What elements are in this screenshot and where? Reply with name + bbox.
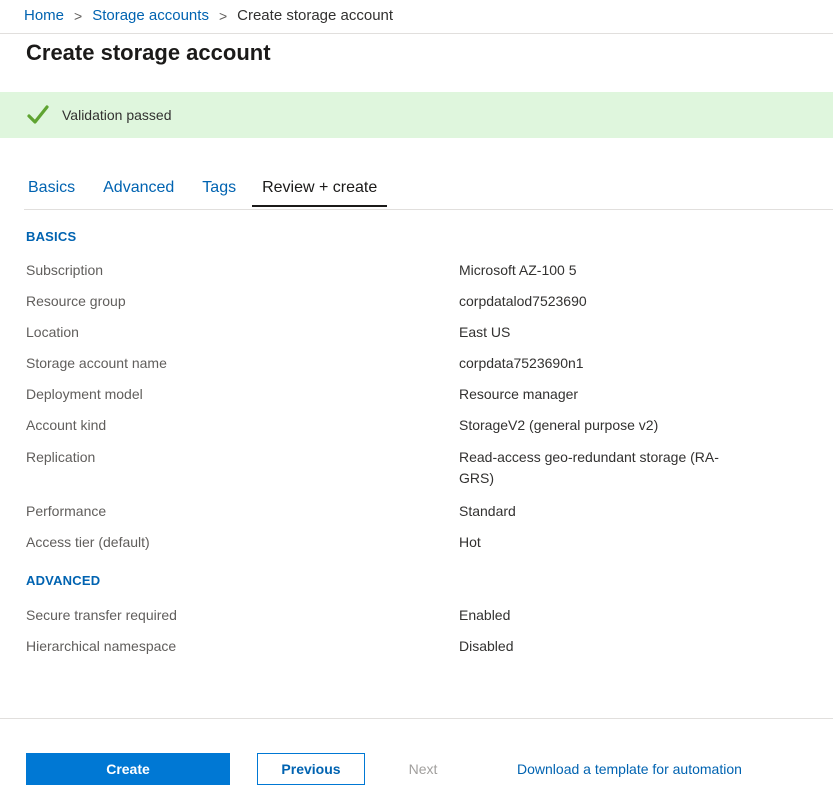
breadcrumb-separator: > [218,7,228,24]
label-subscription: Subscription [26,262,104,278]
label-secure-transfer: Secure transfer required [26,607,177,623]
label-access-tier: Access tier (default) [26,534,150,550]
checkmark-icon [26,103,50,127]
tab-bar: Basics Advanced Tags Review + create [26,177,411,211]
tabs-divider [24,209,833,210]
value-access-tier: Hot [459,534,481,550]
label-replication: Replication [26,449,96,465]
value-location: East US [459,324,511,340]
previous-button[interactable]: Previous [257,753,365,785]
label-hierarchical-namespace: Hierarchical namespace [26,638,177,654]
section-heading-advanced: ADVANCED [26,573,101,588]
tab-review-create[interactable]: Review + create [252,177,388,207]
breadcrumb-storage-accounts-link[interactable]: Storage accounts [92,7,209,24]
value-performance: Standard [459,503,516,519]
label-storage-account-name: Storage account name [26,355,167,371]
value-account-kind: StorageV2 (general purpose v2) [459,417,659,433]
value-storage-account-name: corpdata7523690n1 [459,355,584,371]
header-divider [0,33,833,34]
create-button[interactable]: Create [26,753,230,785]
value-secure-transfer: Enabled [459,607,511,623]
value-replication: Read-access geo-redundant storage (RA-GR… [459,449,719,486]
tab-advanced[interactable]: Advanced [101,177,176,207]
value-subscription: Microsoft AZ-100 5 [459,262,577,278]
value-hierarchical-namespace: Disabled [459,638,514,654]
label-resource-group: Resource group [26,293,126,309]
value-deployment-model: Resource manager [459,386,579,402]
download-template-link[interactable]: Download a template for automation [517,761,742,777]
label-location: Location [26,324,79,340]
validation-banner: Validation passed [0,92,833,138]
label-performance: Performance [26,503,107,519]
footer-divider [0,718,833,719]
breadcrumb-home-link[interactable]: Home [24,7,64,24]
tab-basics[interactable]: Basics [26,177,77,207]
validation-message: Validation passed [62,107,172,123]
breadcrumb-current: Create storage account [237,7,394,24]
page-title: Create storage account [26,40,271,65]
section-heading-basics: BASICS [26,229,77,244]
next-button: Next [393,753,453,785]
tab-tags[interactable]: Tags [200,177,238,207]
breadcrumb: Home > Storage accounts > Create storage… [24,7,393,24]
breadcrumb-separator: > [74,7,83,24]
label-account-kind: Account kind [26,417,107,433]
label-deployment-model: Deployment model [26,386,143,402]
value-resource-group: corpdatalod7523690 [459,293,587,309]
